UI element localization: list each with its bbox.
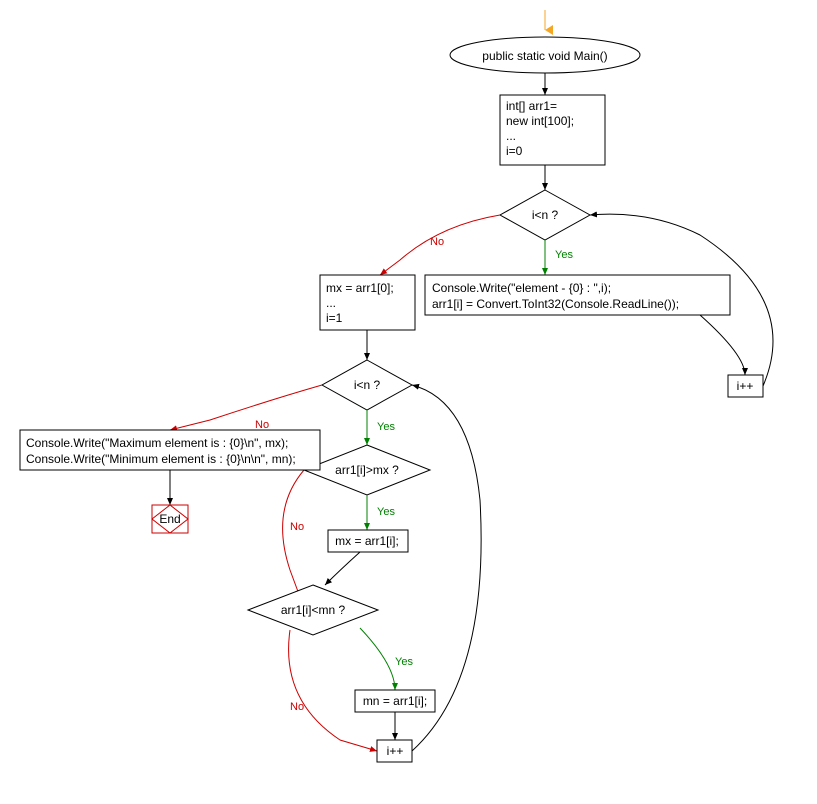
mxinit-line2: ... [326,296,336,310]
read-line2: arr1[i] = Convert.ToInt32(Console.ReadLi… [432,297,679,311]
cond2-yes-label: Yes [377,421,395,433]
edge-cond4-yes [360,628,395,690]
init-line2: new int[100]; [506,114,574,128]
inc1-label: i++ [737,379,754,393]
mxinit-line1: mx = arr1[0]; [326,281,394,295]
init-line4: i=0 [506,144,523,158]
cond1-no-label: No [430,236,444,248]
cond4-yes-label: Yes [395,656,413,668]
edge-read-inc1 [700,315,745,375]
cond3-yes-label: Yes [377,506,395,518]
cond1-label: i<n ? [532,208,559,222]
setmn-label: mn = arr1[i]; [363,694,427,708]
read-line1: Console.Write("element - {0} : ",i); [432,281,611,295]
cond4-no-label: No [290,701,304,713]
edge-cond3-no [283,470,304,597]
end-label: End [159,512,180,526]
inc2-label: i++ [387,744,404,758]
cond2-label: i<n ? [354,378,381,392]
init-line1: int[] arr1= [506,99,557,113]
start-label: public static void Main() [482,49,607,63]
cond1-yes-label: Yes [555,249,573,261]
output-line2: Console.Write("Minimum element is : {0}\… [26,452,296,466]
cond4-label: arr1[i]<mn ? [281,603,346,617]
edge-setmx-cond4 [325,552,360,585]
edge-cond2-no [170,385,322,430]
mxinit-line3: i=1 [326,311,343,325]
init-line3: ... [506,129,516,143]
end-terminator: End [152,505,188,533]
setmx-label: mx = arr1[i]; [335,534,399,548]
cond3-no-label: No [290,521,304,533]
flowchart-diagram: public static void Main() int[] arr1= ne… [0,0,817,804]
cond2-no-label: No [255,419,269,431]
output-line1: Console.Write("Maximum element is : {0}\… [26,436,288,450]
cond3-label: arr1[i]>mx ? [335,463,399,477]
